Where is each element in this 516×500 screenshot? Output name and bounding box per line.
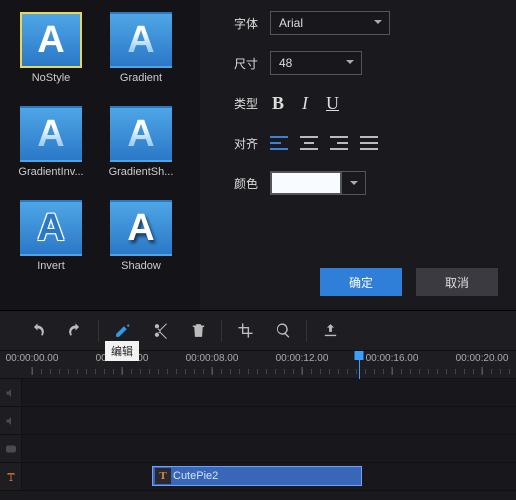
style-letter: A (37, 19, 64, 62)
size-label: 尺寸 (218, 55, 258, 72)
style-letter: A (37, 113, 64, 156)
edit-tooltip: 编辑 (105, 341, 139, 361)
cancel-button[interactable]: 取消 (416, 268, 498, 296)
text-track-icon (0, 463, 22, 490)
chevron-down-icon (345, 56, 355, 70)
align-right-button[interactable] (330, 136, 348, 150)
ruler-tick: 00:00:08.00 (186, 353, 239, 364)
ruler-tick: 00:00:12.00 (276, 353, 329, 364)
text-properties-panel: 字体 Arial 尺寸 48 类型 B I U 对齐 (200, 0, 516, 310)
style-thumb: A (110, 106, 172, 162)
timeline-panel: 编辑 00:00:00.0000:00:04.0000:00:08.0000:0… (0, 310, 516, 491)
font-label: 字体 (218, 15, 258, 32)
align-left-button[interactable] (270, 136, 288, 150)
align-justify-button[interactable] (360, 136, 378, 150)
style-label: Shadow (121, 260, 161, 272)
align-label: 对齐 (218, 135, 258, 152)
ruler-tick: 00:00:16.00 (366, 353, 419, 364)
chevron-down-icon (341, 172, 365, 194)
style-label: GradientSh... (109, 166, 174, 178)
color-label: 颜色 (218, 175, 258, 192)
style-letter: A (37, 207, 64, 250)
crop-button[interactable] (226, 311, 264, 351)
style-label: Gradient (120, 72, 162, 84)
style-thumb: A (20, 12, 82, 68)
clip-label: CutePie2 (173, 470, 218, 482)
font-value: Arial (279, 16, 303, 30)
track-audio-1 (0, 379, 516, 407)
size-value: 48 (279, 56, 292, 70)
chevron-down-icon (373, 16, 383, 30)
ruler-tick: 00:00:20.00 (456, 353, 509, 364)
delete-button[interactable] (179, 311, 217, 351)
color-swatch (271, 172, 341, 194)
underline-button[interactable]: U (326, 93, 339, 114)
style-letter: A (127, 113, 154, 156)
audio-track-icon (0, 379, 22, 406)
style-label: Invert (37, 260, 65, 272)
style-invert[interactable]: A Invert (6, 200, 96, 290)
type-label: 类型 (218, 95, 258, 112)
text-clip-icon: T (155, 468, 171, 484)
timeline-toolbar: 编辑 (0, 311, 516, 351)
zoom-button[interactable] (264, 311, 302, 351)
ruler-tick: 00:00:00.00 (6, 353, 59, 364)
style-label: GradientInv... (18, 166, 83, 178)
color-picker[interactable] (270, 171, 366, 195)
bold-button[interactable]: B (272, 93, 284, 114)
audio-track-icon (0, 407, 22, 434)
style-letter: A (127, 19, 154, 62)
style-label: NoStyle (32, 72, 71, 84)
style-thumb: A (20, 106, 82, 162)
size-dropdown[interactable]: 48 (270, 51, 362, 75)
font-dropdown[interactable]: Arial (270, 11, 390, 35)
style-letter: A (127, 207, 154, 250)
align-center-button[interactable] (300, 136, 318, 150)
text-styles-grid: A NoStyle A Gradient A GradientInv... A Gradien… (0, 0, 200, 310)
track-text: T CutePie2 (0, 463, 516, 491)
italic-button[interactable]: I (302, 93, 308, 114)
cut-button[interactable] (141, 311, 179, 351)
redo-button[interactable] (56, 311, 94, 351)
style-nostyle[interactable]: A NoStyle (6, 12, 96, 102)
style-thumb: A (110, 12, 172, 68)
style-shadow[interactable]: A Shadow (96, 200, 186, 290)
style-gradientsh[interactable]: A GradientSh... (96, 106, 186, 196)
edit-button[interactable]: 编辑 (103, 311, 141, 351)
track-audio-2 (0, 407, 516, 435)
playhead[interactable] (355, 351, 364, 360)
style-thumb: A (20, 200, 82, 256)
style-thumb: A (110, 200, 172, 256)
undo-button[interactable] (18, 311, 56, 351)
ok-button[interactable]: 确定 (320, 268, 402, 296)
timeline-ruler[interactable]: 00:00:00.0000:00:04.0000:00:08.0000:00:1… (0, 351, 516, 379)
video-track-icon (0, 435, 22, 462)
style-gradientinv[interactable]: A GradientInv... (6, 106, 96, 196)
export-button[interactable] (311, 311, 349, 351)
track-video (0, 435, 516, 463)
style-gradient[interactable]: A Gradient (96, 12, 186, 102)
text-clip[interactable]: T CutePie2 (152, 466, 362, 486)
